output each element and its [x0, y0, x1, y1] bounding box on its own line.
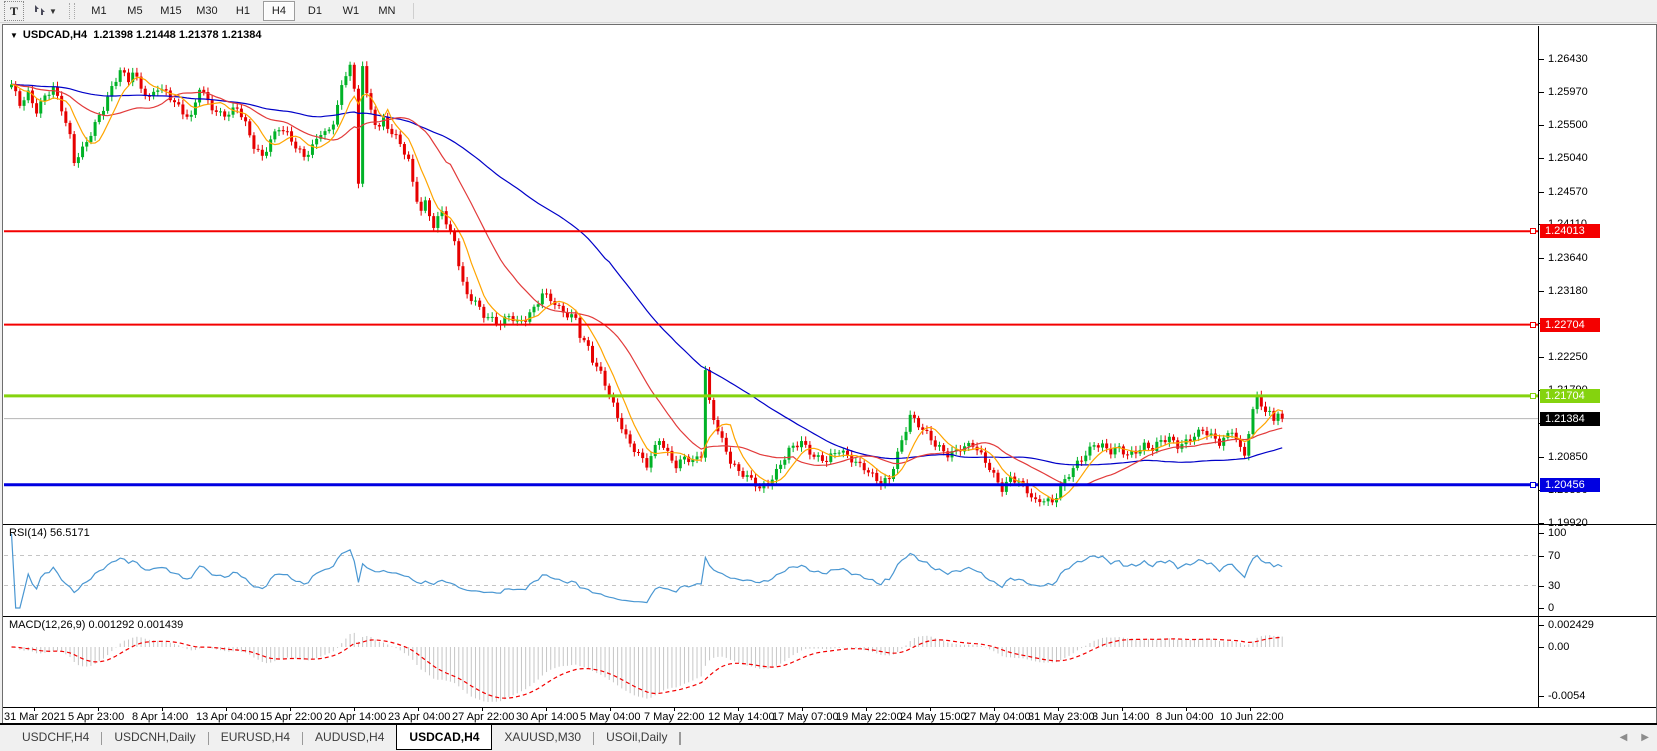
symbol-tab-bar: USDCHF,H4USDCNH,DailyEURUSD,H4AUDUSD,H4U… — [0, 723, 1657, 751]
timeframe-button-h1[interactable]: H1 — [227, 1, 259, 21]
macd-indicator-label: MACD(12,26,9) 0.001292 0.001439 — [9, 619, 183, 631]
timeframe-button-m30[interactable]: M30 — [191, 1, 223, 21]
ma-slow-line — [12, 84, 1283, 465]
chart-ohlc-values: 1.21398 1.21448 1.21378 1.21384 — [87, 29, 261, 41]
chart-symbol-label: USDCAD,H4 — [23, 29, 87, 41]
rsi-line — [12, 534, 1283, 608]
symbol-tab-audusd[interactable]: AUDUSD,H4 — [303, 725, 396, 748]
timeframe-toolbar: M1M5M15M30H1H4D1W1MN — [83, 0, 407, 22]
rsi-panel[interactable] — [4, 534, 1538, 608]
timeframe-button-mn[interactable]: MN — [371, 1, 403, 21]
time-axis[interactable] — [4, 708, 1538, 724]
panel-separator-main-rsi[interactable] — [3, 524, 1656, 525]
timeframe-button-m5[interactable]: M5 — [119, 1, 151, 21]
ma-fast-line — [12, 77, 1283, 499]
price-axis[interactable] — [1539, 26, 1655, 707]
rsi-indicator-label: RSI(14) 56.5171 — [9, 527, 90, 539]
chart-menu-arrow-icon[interactable]: ▼ — [10, 31, 18, 40]
timeframe-button-d1[interactable]: D1 — [299, 1, 331, 21]
symbol-tab-usdcnh[interactable]: USDCNH,Daily — [102, 725, 207, 748]
arrange-objects-button[interactable]: ▼ — [32, 2, 57, 20]
toolbar-separator — [413, 3, 414, 19]
tab-scroll-left-icon[interactable]: ◀ — [1620, 733, 1628, 743]
tab-divider — [680, 732, 681, 745]
toolbar-grip-handle[interactable] — [69, 3, 75, 19]
tab-scroll-right-icon[interactable]: ▶ — [1641, 733, 1649, 743]
symbol-tab-usdchf[interactable]: USDCHF,H4 — [10, 725, 101, 748]
line-end-marker[interactable] — [1530, 482, 1536, 488]
line-end-marker[interactable] — [1530, 393, 1536, 399]
dropdown-caret-icon: ▼ — [49, 7, 57, 16]
ma-mid-line — [12, 84, 1283, 485]
chart-window: ▼ USDCAD,H4 1.21398 1.21448 1.21378 1.21… — [2, 24, 1657, 725]
text-tool-button[interactable]: T — [4, 1, 24, 21]
symbol-tab-usdcad[interactable]: USDCAD,H4 — [396, 725, 492, 750]
top-toolbar: T ▼ M1M5M15M30H1H4D1W1MN — [0, 0, 1657, 23]
candlesticks — [10, 61, 1284, 507]
timeframe-button-w1[interactable]: W1 — [335, 1, 367, 21]
symbol-tab-eurusd[interactable]: EURUSD,H4 — [209, 725, 302, 748]
chart-title: ▼ USDCAD,H4 1.21398 1.21448 1.21378 1.21… — [10, 29, 261, 41]
timeframe-button-m1[interactable]: M1 — [83, 1, 115, 21]
tab-scroll-controls: ◀ ▶ — [1620, 733, 1649, 743]
sort-arrows-icon — [32, 3, 47, 20]
main-price-panel[interactable] — [4, 61, 1538, 507]
chart-canvas[interactable] — [4, 26, 1538, 707]
panel-separator-rsi-macd[interactable] — [3, 616, 1656, 617]
symbol-tab-usoil[interactable]: USOil,Daily — [594, 725, 679, 748]
line-end-marker[interactable] — [1530, 322, 1536, 328]
timeframe-button-h4[interactable]: H4 — [263, 1, 295, 21]
macd-panel[interactable] — [12, 633, 1283, 702]
symbol-tab-xauusd[interactable]: XAUUSD,M30 — [492, 725, 593, 748]
line-end-marker[interactable] — [1530, 228, 1536, 234]
timeframe-button-m15[interactable]: M15 — [155, 1, 187, 21]
